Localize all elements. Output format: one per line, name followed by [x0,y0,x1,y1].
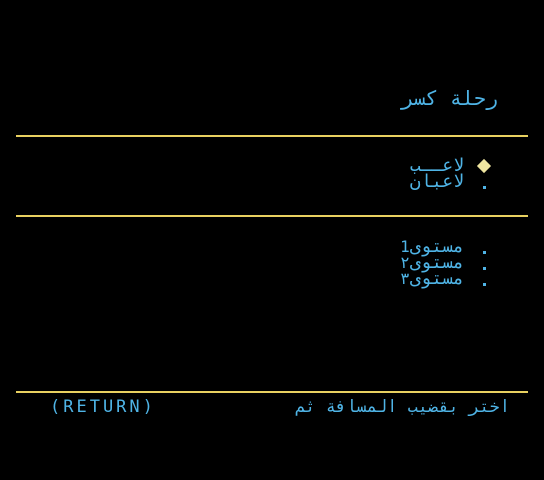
dot-icon [476,174,492,190]
diamond-cursor-icon [476,158,492,174]
dot-icon [476,255,492,271]
dot-icon [476,239,492,255]
level-number: ٣ [400,269,410,288]
option-two-players[interactable]: لاعبان [409,171,492,192]
divider-bottom [16,391,528,393]
divider-top [16,135,528,137]
return-key-hint: (RETURN) [50,397,156,417]
option-label: لاعبان [409,171,464,192]
level-label: مستوى [409,268,464,289]
instruction-text: اختر بقضيب المسافة ثم [295,397,510,417]
dot-icon [476,271,492,287]
option-level-3[interactable]: مستوى ٣ [382,268,492,289]
game-title: رحلة كسر [401,86,498,110]
divider-middle [16,215,528,217]
footer-instruction: (RETURN) اختر بقضيب المسافة ثم [50,397,510,417]
game-screen: رحلة كسر لاعــب لاعبان مستوى 1 مستوى ٢ م… [0,0,544,480]
